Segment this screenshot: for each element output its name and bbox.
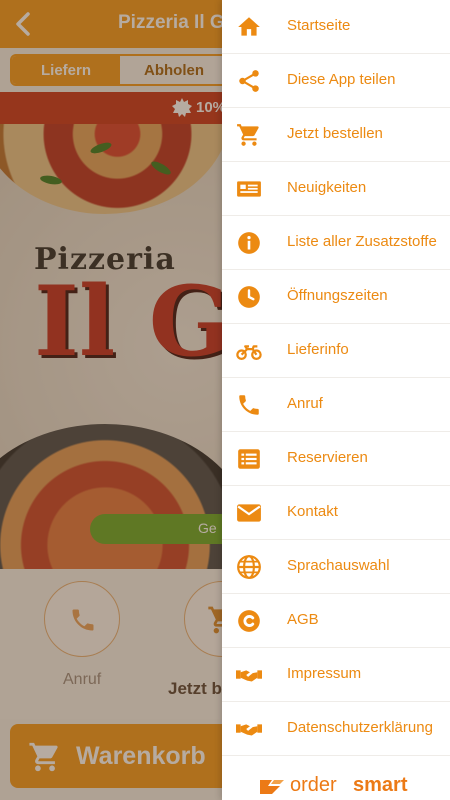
menu-item-contact[interactable]: Kontakt	[222, 486, 450, 540]
menu-item-additives[interactable]: Liste aller Zusatzstoffe	[222, 216, 450, 270]
cart-icon	[237, 124, 259, 146]
clock-icon	[238, 286, 260, 308]
newspaper-icon	[237, 181, 261, 197]
motorcycle-icon	[236, 345, 262, 361]
menu-item-privacy[interactable]: Datenschutzerklärung	[222, 702, 450, 756]
menu-item-label: Öffnungszeiten	[287, 287, 388, 304]
menu-item-delivery-info[interactable]: Lieferinfo	[222, 324, 450, 378]
logo-text-smart: smart	[353, 774, 408, 796]
menu-item-label: Impressum	[287, 665, 362, 682]
navigation-drawer: Startseite Diese App teilen Jetzt bestel…	[222, 0, 450, 800]
menu-item-label: Sprachauswahl	[287, 557, 390, 574]
menu-item-share-app[interactable]: Diese App teilen	[222, 54, 450, 108]
menu-item-terms[interactable]: AGB	[222, 594, 450, 648]
phone-icon	[239, 395, 259, 415]
menu-item-opening-hours[interactable]: Öffnungszeiten	[222, 270, 450, 324]
home-icon	[238, 17, 260, 36]
ordersmart-logo-icon	[260, 780, 284, 794]
menu-item-order-now[interactable]: Jetzt bestellen	[222, 108, 450, 162]
info-icon	[238, 232, 260, 254]
menu-item-label: Jetzt bestellen	[287, 125, 383, 142]
menu-item-label: Reservieren	[287, 449, 368, 466]
copyright-icon	[238, 610, 260, 632]
menu-item-label: Anruf	[287, 395, 323, 412]
ordersmart-logo: order smart	[258, 774, 418, 800]
share-icon	[239, 70, 259, 92]
handshake-icon	[236, 670, 262, 682]
menu-item-imprint[interactable]: Impressum	[222, 648, 450, 702]
menu-item-label: Diese App teilen	[287, 71, 396, 88]
menu-item-label: Liste aller Zusatzstoffe	[287, 233, 437, 250]
menu-item-label: Neuigkeiten	[287, 179, 367, 196]
envelope-icon	[237, 504, 261, 522]
handshake-icon	[236, 724, 262, 736]
menu-item-startseite[interactable]: Startseite	[222, 0, 450, 54]
menu-item-label: Kontakt	[287, 503, 338, 520]
menu-item-news[interactable]: Neuigkeiten	[222, 162, 450, 216]
menu-item-label: Startseite	[287, 17, 351, 34]
menu-item-label: Lieferinfo	[287, 341, 349, 358]
menu-item-label: AGB	[287, 611, 319, 628]
list-icon	[238, 449, 260, 469]
globe-icon	[237, 555, 261, 579]
logo-text-order: order	[290, 774, 337, 796]
menu-item-call[interactable]: Anruf	[222, 378, 450, 432]
menu-item-reserve[interactable]: Reservieren	[222, 432, 450, 486]
menu-item-language[interactable]: Sprachauswahl	[222, 540, 450, 594]
menu-item-label: Datenschutzerklärung	[287, 719, 433, 736]
